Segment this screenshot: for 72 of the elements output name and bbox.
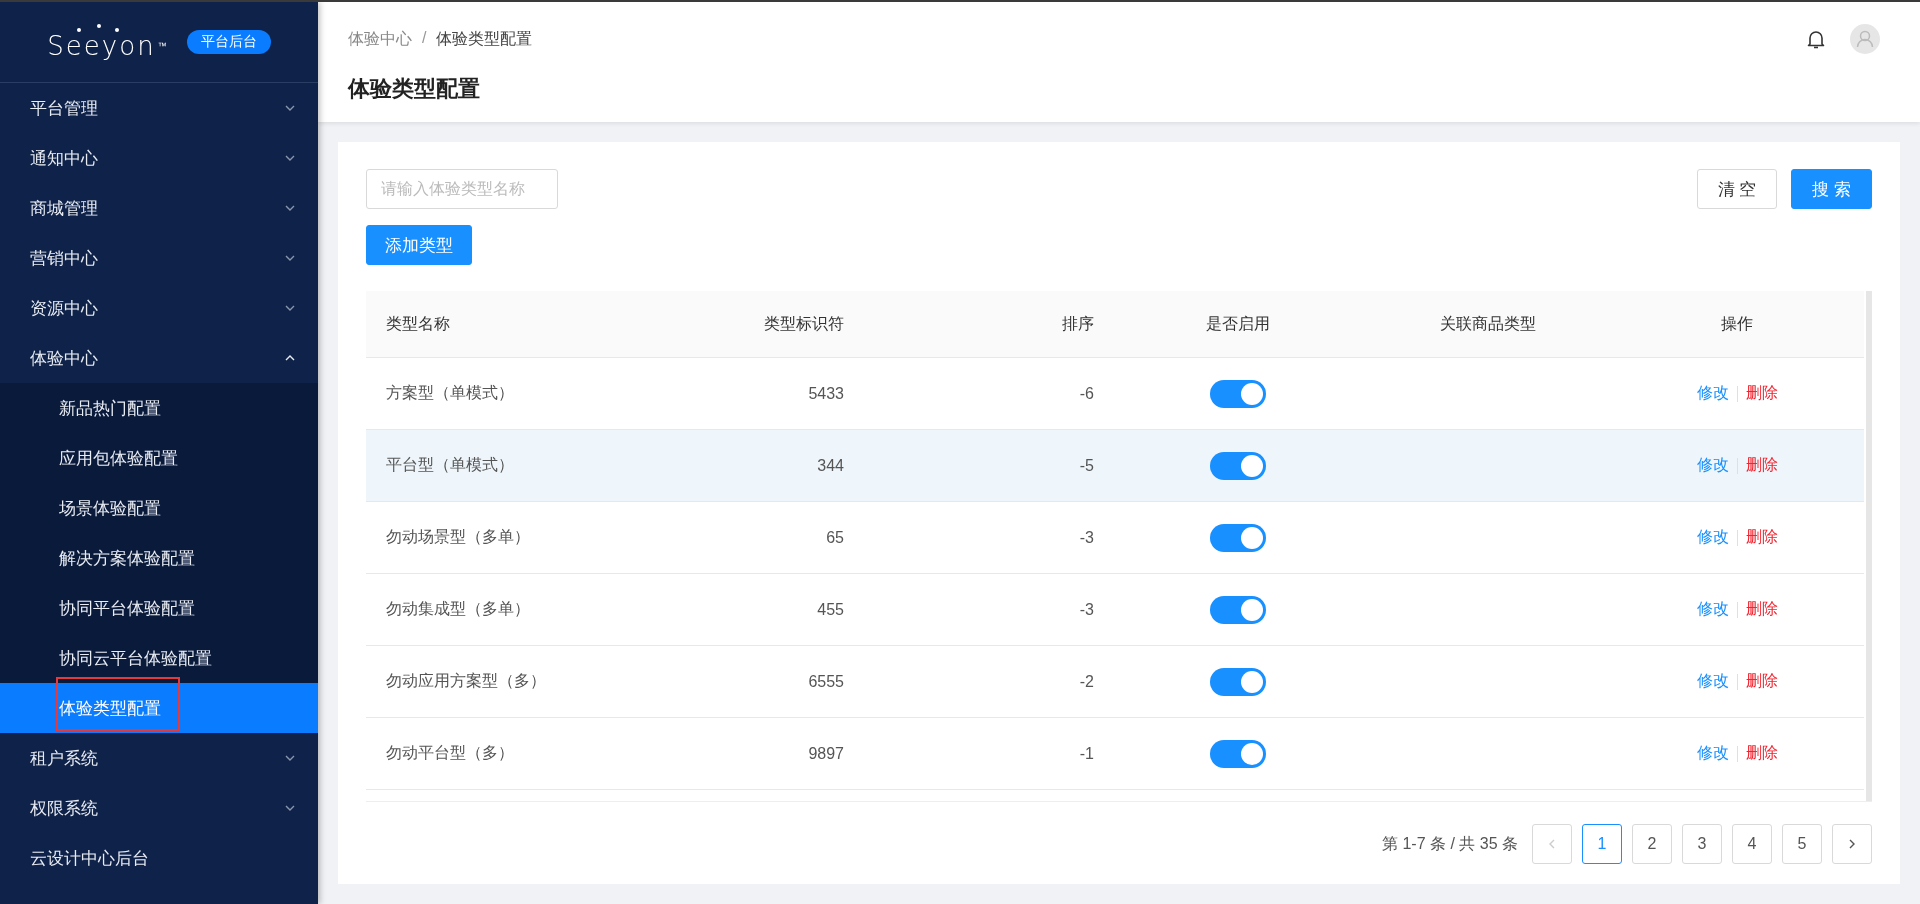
scrollbar[interactable]: [1866, 291, 1872, 801]
menu-item[interactable]: 租户系统: [0, 733, 318, 783]
pagination-summary: 第 1-7 条 / 共 35 条: [1381, 833, 1518, 854]
search-field[interactable]: 请输入体验类型名称: [366, 169, 558, 209]
table-row[interactable]: 勿动集成型（多单） 455 -3 修改 删除: [366, 574, 1864, 646]
logo: Seeyon™: [47, 23, 167, 61]
menu-item[interactable]: 通知中心: [0, 133, 318, 183]
table-cell-text: -5: [1078, 456, 1095, 475]
submenu-item[interactable]: 协同平台体验配置: [0, 583, 318, 633]
submenu-item[interactable]: 场景体验配置: [0, 483, 318, 533]
toggle-switch[interactable]: [1210, 379, 1266, 408]
clear-button[interactable]: 清 空: [1696, 169, 1778, 209]
table-cell-text: 455: [816, 600, 845, 619]
table-cell-text: -2: [1078, 672, 1095, 691]
table-cell-text: 6555: [807, 672, 845, 691]
toggle-switch[interactable]: [1210, 739, 1266, 768]
table-cell-text: -3: [1078, 600, 1095, 619]
menu-item[interactable]: 平台管理: [0, 83, 318, 133]
table-cell-text: 9897: [807, 744, 845, 763]
page-title: 体验类型配置: [348, 75, 481, 103]
breadcrumb-current: 体验类型配置: [436, 28, 533, 49]
delete-link[interactable]: 删除: [1745, 671, 1778, 692]
table-cell-text: 5433: [807, 384, 845, 403]
delete-link[interactable]: 删除: [1745, 455, 1778, 476]
table-cell-text: -6: [1078, 384, 1095, 403]
delete-link[interactable]: 删除: [1745, 527, 1778, 548]
column-header: 是否启用: [1205, 313, 1271, 334]
column-header: 操作: [1720, 313, 1754, 334]
toggle-switch[interactable]: [1210, 667, 1266, 696]
table-cell-text: 65: [825, 528, 845, 547]
page-button[interactable]: 5: [1782, 824, 1822, 864]
platform-badge: 平台后台: [186, 30, 271, 54]
delete-link[interactable]: 删除: [1745, 743, 1778, 764]
toggle-switch[interactable]: [1210, 595, 1266, 624]
page-button[interactable]: 4: [1732, 824, 1772, 864]
breadcrumb-separator: /: [422, 28, 427, 48]
submenu-item[interactable]: 体验类型配置: [0, 683, 318, 733]
table-row[interactable]: 勿动应用方案型（多） 6555 -2 修改 删除: [366, 646, 1864, 718]
submenu-item[interactable]: 协同云平台体验配置: [0, 633, 318, 683]
table-row[interactable]: 勿动平台型（多） 9897 -1 修改 删除: [366, 718, 1864, 790]
table-row[interactable]: 勿动场景型（多单） 65 -3 修改 删除: [366, 502, 1864, 574]
submenu-item[interactable]: 新品热门配置: [0, 383, 318, 433]
column-header: 类型名称: [385, 313, 451, 334]
table-cell-text: 勿动应用方案型（多）: [385, 671, 547, 691]
column-header: 排序: [1061, 313, 1095, 334]
table-cell-text: 勿动场景型（多单）: [385, 527, 531, 547]
menu-item[interactable]: 体验中心: [0, 333, 318, 383]
column-header: 类型标识符: [763, 313, 845, 334]
menu-item[interactable]: 资源中心: [0, 283, 318, 333]
menu-item[interactable]: 权限系统: [0, 783, 318, 833]
submenu-item[interactable]: 解决方案体验配置: [0, 533, 318, 583]
table-cell-text: 平台型（单模式）: [385, 455, 515, 475]
menu-item[interactable]: 云设计中心后台: [0, 833, 318, 883]
table-cell-text: 勿动平台型（多）: [385, 743, 515, 763]
menu-item[interactable]: 营销中心: [0, 233, 318, 283]
page-button[interactable]: 2: [1632, 824, 1672, 864]
table-cell-text: -1: [1078, 744, 1095, 763]
column-header: 关联商品类型: [1439, 313, 1537, 334]
table-row[interactable]: 平台型（单模式） 344 -5 修改 删除: [366, 430, 1864, 502]
submenu-item[interactable]: 应用包体验配置: [0, 433, 318, 483]
page-button[interactable]: 3: [1682, 824, 1722, 864]
toggle-switch[interactable]: [1210, 451, 1266, 480]
menu-item[interactable]: 商城管理: [0, 183, 318, 233]
delete-link[interactable]: 删除: [1745, 599, 1778, 620]
table-cell-text: -3: [1078, 528, 1095, 547]
table-cell-text: 勿动集成型（多单）: [385, 599, 531, 619]
delete-link[interactable]: 删除: [1745, 383, 1778, 404]
table-cell-text: 方案型（单模式）: [385, 383, 515, 403]
breadcrumb-link[interactable]: 体验中心: [348, 28, 412, 50]
toggle-switch[interactable]: [1210, 523, 1266, 552]
table-cell-text: 344: [816, 456, 845, 475]
avatar-icon[interactable]: [1850, 24, 1880, 54]
